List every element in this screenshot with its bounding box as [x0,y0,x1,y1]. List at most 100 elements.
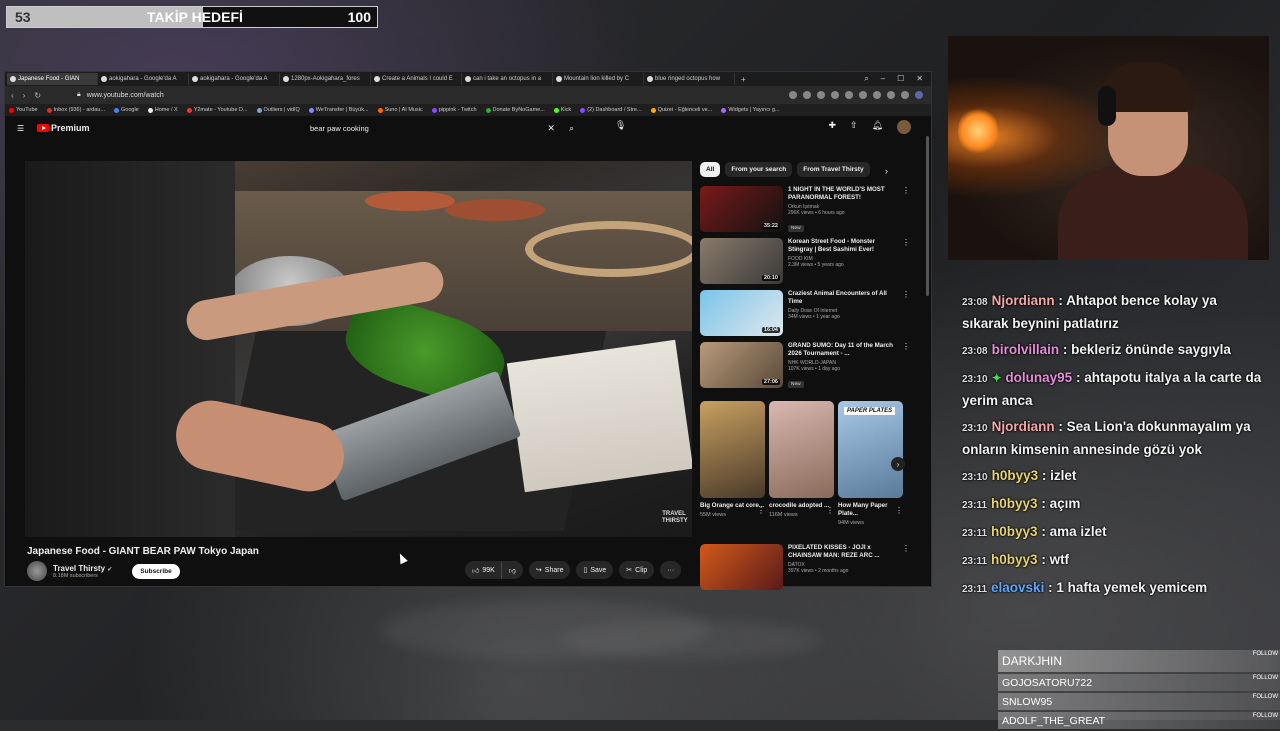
notifications-bell-icon[interactable]: 🔔︎ [872,120,883,134]
page-scrollbar[interactable] [926,136,929,296]
bookmark-item[interactable]: Quizei - Eğlenceli ve... [650,107,712,113]
bookmark-item[interactable]: Inbox (936) - ardau... [46,107,105,113]
video-thumbnail[interactable]: 16:04 [700,290,783,336]
tab-favicon-icon [465,76,471,82]
clip-button[interactable]: ✂ Clip [619,561,655,579]
bookmark-item[interactable]: WeTransfer | Büyük... [308,107,369,113]
browser-tab[interactable]: can i take an octopus in a [462,73,553,85]
video-player[interactable]: TRAVEL THIRSTY [25,161,692,537]
menu-icon[interactable] [887,91,895,99]
subscribe-button[interactable]: Subscribe [132,563,180,579]
recommended-video[interactable]: 20:10 Korean Street Food - Monster Stingr… [700,238,910,288]
more-vert-icon[interactable]: ⋮ [902,342,910,351]
more-vert-icon[interactable]: ⋮ [902,238,910,247]
bookmark-item[interactable]: pippink - Twitch [431,107,477,113]
save-button[interactable]: ▯ Save [576,561,614,579]
account-avatar[interactable] [897,120,911,134]
bookmark-item[interactable]: Outliers | vidIQ [256,107,300,113]
browser-tab[interactable]: aokigahara - Google'da A [98,73,189,85]
search-tabs-icon[interactable]: ⌕ [864,74,868,84]
chat-username: Njordiann [991,419,1055,434]
browser-tab[interactable]: blue ringed octopus how [644,73,735,85]
tab-label: blue ringed octopus how [655,76,721,82]
video-scene-chef [25,161,235,537]
bookmark-item[interactable]: Home / X [147,107,178,113]
filter-chip[interactable]: All [700,162,721,177]
recommended-video[interactable]: 27:06 GRAND SUMO: Day 11 of the March 202… [700,342,910,392]
chat-username: elaovski [991,580,1045,595]
close-icon[interactable]: ✕ [916,74,923,84]
forward-icon[interactable]: › [23,91,26,100]
follow-label: FOLLOW [1252,651,1278,657]
more-actions-button[interactable]: ··· [660,561,682,579]
filter-chip[interactable]: From Travel Thirsty [797,162,870,177]
like-button[interactable]: 👍︎ 99K [465,561,501,579]
dislike-button[interactable]: 👎︎ [500,561,523,579]
browser-tab[interactable]: 1280px-Aokigahara_fores [280,73,371,85]
more-vert-icon[interactable]: ⋮ [895,506,903,515]
bookmark-item[interactable]: Donate ByNoGame... [485,107,545,113]
bookmark-item[interactable]: Google [114,107,139,113]
more-vert-icon[interactable]: ⋮ [902,544,910,553]
youtube-logo[interactable]: Premium [37,123,90,133]
browser-tab[interactable]: Japanese Food - GIAN [7,73,98,85]
recommended-video[interactable]: PIXELATED KISSES - JOJI x CHAINSAW MAN: … [700,544,910,594]
lock-icon[interactable]: 🔒︎ [77,91,81,99]
short-thumbnail[interactable]: PAPER PLATES [838,401,903,498]
bookmark-star-icon[interactable] [859,91,867,99]
browser-tab[interactable]: Create a Animals I could E [371,73,462,85]
bookmark-item[interactable]: (2) Dashboard / Stre... [580,107,642,113]
minimize-icon[interactable]: – [881,74,885,84]
video-thumbnail[interactable]: 27:06 [700,342,783,388]
new-tab-button[interactable]: + [741,75,746,84]
share-button[interactable]: ↪ Share [528,561,571,579]
create-icon[interactable]: ✚ [828,120,836,134]
more-vert-icon[interactable]: ⋮ [826,506,834,515]
extension-icon[interactable] [831,91,839,99]
extension-icon[interactable] [817,91,825,99]
short-info: Big Orange cat core... 55M views [700,502,765,518]
recommended-video[interactable]: 16:04 Craziest Animal Encounters of All T… [700,290,910,340]
bookmark-item[interactable]: YouTube [9,107,38,113]
browser-tab[interactable]: Mountain lion killed by C [553,73,644,85]
short-thumbnail[interactable] [700,401,765,498]
filter-chip[interactable]: From your search [725,162,793,177]
extension-icon[interactable] [789,91,797,99]
video-thumbnail[interactable]: 20:10 [700,238,783,284]
recommended-video[interactable]: 35:22 1 NIGHT IN THE WORLD'S MOST PARANOR… [700,186,910,236]
extension-icon[interactable] [803,91,811,99]
bookmark-item[interactable]: Kick [553,107,571,113]
channel-name[interactable]: Travel Thirsty ✔ [53,564,112,573]
shorts-next-button[interactable]: › [891,457,905,471]
bookmark-item[interactable]: Y2mate - Youtube D... [186,107,248,113]
bookmark-item[interactable]: Widgets | Yayıncı g... [721,107,780,113]
short-thumbnail[interactable] [769,401,834,498]
menu-icon[interactable]: ☰ [17,124,27,133]
more-vert-icon[interactable]: ⋮ [902,186,910,195]
back-icon[interactable]: ‹ [11,91,14,100]
bookmark-item[interactable]: Suno | AI Music [377,107,423,113]
maximize-icon[interactable]: ☐ [897,74,904,84]
extension-icon[interactable] [915,91,923,99]
upload-icon[interactable]: ⇧ [850,120,858,134]
extension-icon[interactable] [873,91,881,99]
reload-icon[interactable]: ↻ [34,91,41,100]
profile-icon[interactable] [901,91,909,99]
chat-timestamp: 23:10 [962,423,988,434]
chat-timestamp: 23:10 [962,472,988,483]
search-icon[interactable]: ⌕ [569,123,574,134]
more-vert-icon[interactable]: ⋮ [902,290,910,299]
search-input[interactable]: bear paw cooking [310,124,369,133]
url-field[interactable]: www.youtube.com/watch [87,92,164,99]
clear-search-icon[interactable]: ✕ [547,123,555,134]
shorts-shelf: PAPER PLATES [700,401,903,498]
extension-icon[interactable] [845,91,853,99]
channel-avatar[interactable] [27,561,47,581]
browser-tab[interactable]: aokigahara - Google'da A [189,73,280,85]
microphone-icon[interactable]: 🎙︎ [615,120,626,131]
more-vert-icon[interactable]: ⋮ [757,506,765,515]
video-thumbnail[interactable] [700,544,783,590]
video-thumbnail[interactable]: 35:22 [700,186,783,232]
scissors-icon: ✂ [626,567,633,574]
chevron-right-icon[interactable]: › [885,166,888,176]
